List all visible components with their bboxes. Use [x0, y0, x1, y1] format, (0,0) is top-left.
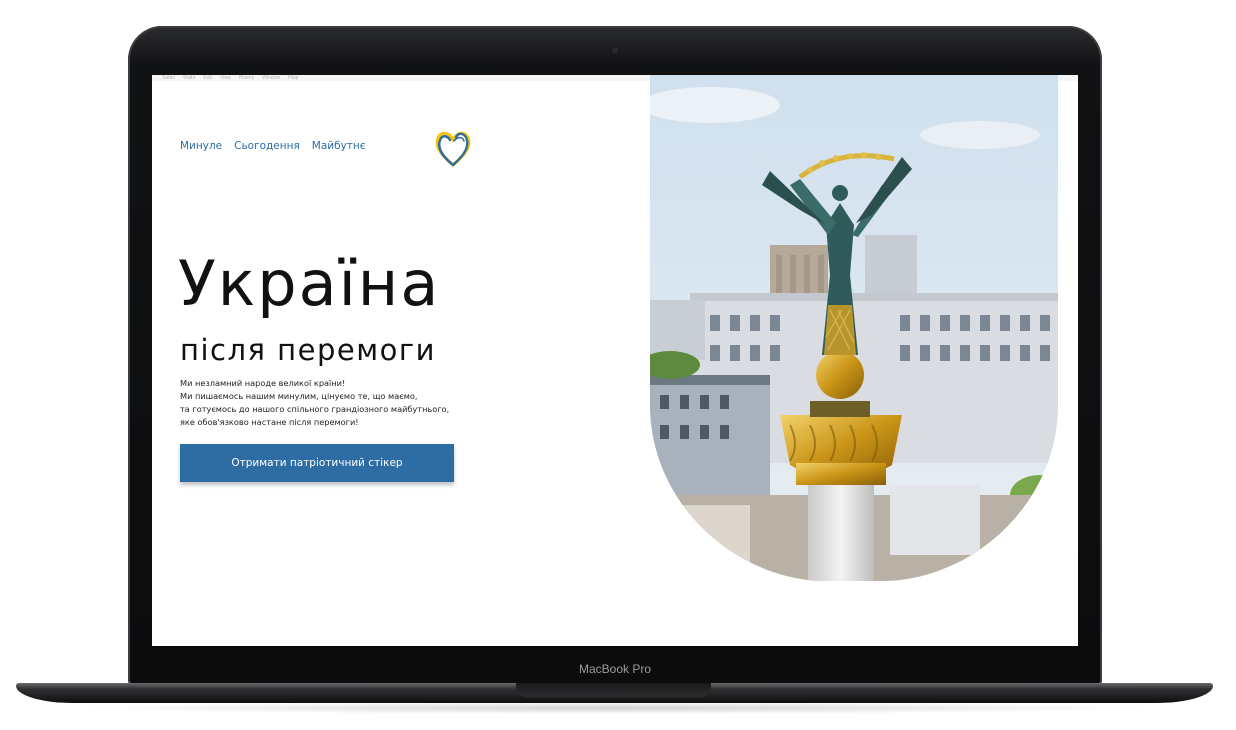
- laptop-screen: Safari Файл Edit View History Window Hel…: [152, 75, 1078, 646]
- hero-description: Ми незламний народе великої країни! Ми п…: [180, 377, 580, 429]
- hero-line: та готуємось до нашого спільного грандіо…: [180, 404, 450, 414]
- nav-item-future[interactable]: Майбутнє: [312, 140, 366, 152]
- menubar-item[interactable]: Файл: [183, 75, 195, 81]
- menubar-item[interactable]: Safari: [162, 75, 175, 81]
- nav-item-present[interactable]: Сьогодення: [234, 140, 300, 152]
- device-label: MacBook Pro: [578, 662, 652, 676]
- laptop-base-notch: [516, 683, 711, 697]
- independence-monument-photo: [650, 75, 1058, 581]
- menubar-item[interactable]: History: [239, 75, 255, 81]
- get-sticker-button[interactable]: Отримати патріотичний стікер: [180, 444, 454, 482]
- menubar-item[interactable]: Help: [288, 75, 298, 81]
- menubar-item[interactable]: View: [220, 75, 231, 81]
- hero-line: Ми незламний народе великої країни!: [180, 378, 346, 388]
- laptop-shadow: [60, 702, 1170, 714]
- heart-logo-icon[interactable]: [432, 127, 474, 169]
- hero-subtitle: після перемоги: [180, 333, 436, 367]
- menubar-item[interactable]: Edit: [203, 75, 212, 81]
- stage: Safari Файл Edit View History Window Hel…: [0, 0, 1236, 730]
- hero-line: Ми пишаємось нашим минулим, цінуємо те, …: [180, 391, 418, 401]
- hero-line: яке обов'язково настане після перемоги!: [180, 417, 359, 427]
- laptop-base: [16, 683, 1213, 703]
- menubar-item[interactable]: Window: [262, 75, 280, 81]
- laptop-lid: Safari Файл Edit View History Window Hel…: [128, 26, 1102, 686]
- camera-icon: [612, 47, 618, 53]
- main-nav: Минуле Сьогодення Майбутнє: [180, 140, 366, 152]
- hero-title: Україна: [178, 247, 441, 320]
- nav-item-past[interactable]: Минуле: [180, 140, 222, 152]
